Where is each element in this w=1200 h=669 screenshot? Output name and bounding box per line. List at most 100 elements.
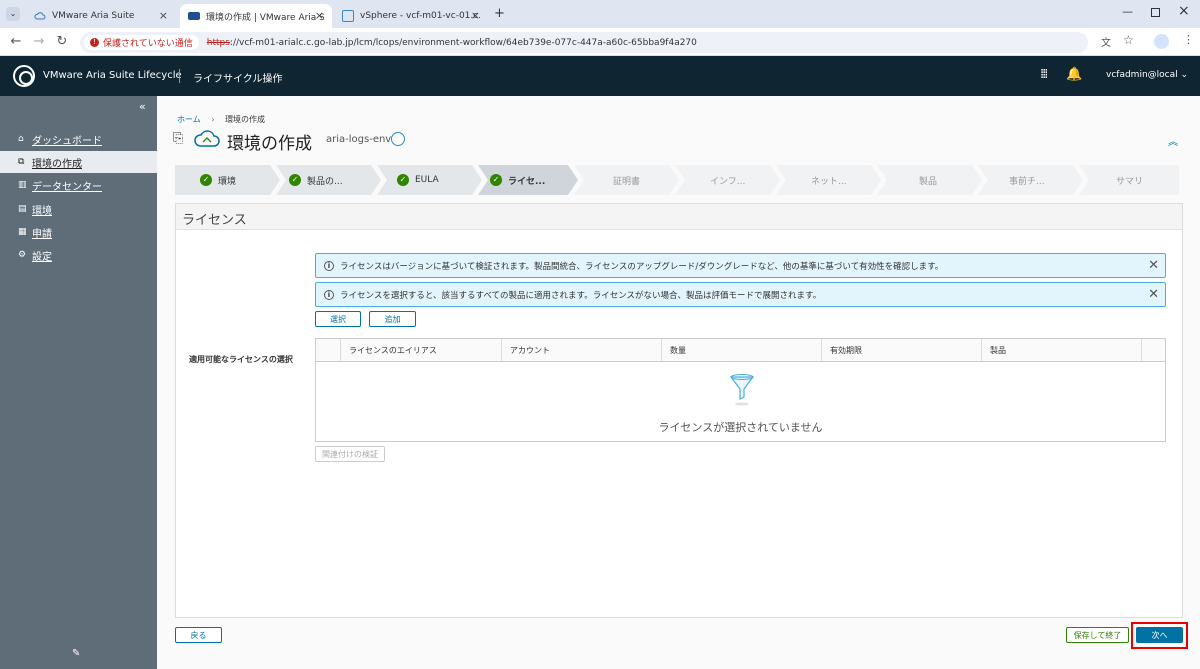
sidebar-item-datacenter[interactable]: ▥ データセンター bbox=[0, 174, 157, 196]
breadcrumb-home-link[interactable]: ホーム bbox=[177, 115, 201, 124]
info-alert-apply: i ライセンスを選択すると、該当するすべての製品に適用されます。ライセンスがない… bbox=[315, 282, 1166, 307]
browser-menu-icon[interactable]: ⋮ bbox=[1183, 33, 1194, 46]
address-bar-row: ← → ↻ ! 保護されていない通信 https ://vcf-m01-aria… bbox=[0, 28, 1200, 56]
save-and-exit-button[interactable]: 保存して終了 bbox=[1066, 627, 1129, 643]
vsphere-icon bbox=[342, 10, 354, 22]
home-icon: ⌂ bbox=[18, 134, 24, 144]
reload-icon[interactable]: ↻ bbox=[54, 34, 70, 49]
empty-state-text: ライセンスが選択されていません bbox=[658, 421, 823, 434]
wizard-step-certificate: 証明書 bbox=[613, 176, 641, 187]
wizard-step-eula[interactable]: ✓ EULA bbox=[397, 165, 439, 195]
sidebar-item-requests[interactable]: ▦ 申請 bbox=[0, 221, 157, 243]
url-scheme: https bbox=[206, 37, 230, 48]
collapse-sidebar-icon[interactable]: « bbox=[139, 100, 146, 113]
sidebar-item-environment[interactable]: ▤ 環境 bbox=[0, 198, 157, 220]
url-input[interactable]: ! 保護されていない通信 https ://vcf-m01-arialc.c.g… bbox=[80, 32, 1088, 53]
environment-status-icon bbox=[391, 132, 405, 146]
tab-search-icon[interactable]: ⌄ bbox=[6, 7, 20, 21]
close-icon[interactable]: ✕ bbox=[1148, 287, 1159, 302]
collapse-header-icon[interactable]: ︽ bbox=[1168, 133, 1178, 148]
license-datagrid: ライセンスのエイリアス アカウント 数量 有効期限 製品 ライセンスが選択されて… bbox=[315, 338, 1166, 442]
check-icon: ✓ bbox=[490, 174, 502, 186]
user-menu[interactable]: vcfadmin@local ⌄ bbox=[1106, 70, 1188, 80]
close-tab-icon[interactable]: × bbox=[471, 9, 480, 22]
maximize-icon[interactable] bbox=[1151, 8, 1160, 17]
page-title: 環境の作成 bbox=[227, 134, 312, 154]
info-icon: i bbox=[324, 260, 334, 271]
browser-tab[interactable]: vSphere - vcf-m01-vc-01.c.go-lab × bbox=[334, 4, 488, 28]
add-license-button[interactable]: 追加 bbox=[369, 311, 416, 327]
close-icon[interactable]: ✕ bbox=[1148, 258, 1159, 273]
wizard-step-products[interactable]: ✓ 製品の... bbox=[289, 165, 343, 195]
grid-select-column-header bbox=[316, 339, 340, 361]
close-tab-icon[interactable]: × bbox=[315, 9, 324, 22]
bookmark-star-icon[interactable]: ☆ bbox=[1123, 33, 1134, 47]
notification-bell-icon[interactable]: 🔔 bbox=[1066, 67, 1082, 82]
browser-tab-bar: ⌄ VMware Aria Suite × 環境の作成 | VMware Ari… bbox=[0, 0, 1200, 28]
column-header-alias[interactable]: ライセンスのエイリアス bbox=[340, 339, 501, 361]
warning-icon: ! bbox=[90, 38, 99, 47]
check-icon: ✓ bbox=[200, 174, 212, 186]
app-switcher-icon[interactable]: ⁞⁞⁞ bbox=[1040, 67, 1049, 82]
environment-icon: ▤ bbox=[18, 204, 27, 214]
breadcrumb-current: 環境の作成 bbox=[225, 115, 266, 124]
panel-title: ライセンス bbox=[182, 213, 247, 228]
browser-tab[interactable]: VMware Aria Suite × bbox=[26, 4, 176, 28]
check-icon: ✓ bbox=[397, 174, 409, 186]
check-icon: ✓ bbox=[289, 174, 301, 186]
sidebar-item-settings[interactable]: ⚙ 設定 bbox=[0, 244, 157, 266]
back-arrow-icon[interactable]: ← bbox=[8, 34, 24, 49]
wizard-step-network: ネット... bbox=[811, 176, 847, 187]
column-header-quantity[interactable]: 数量 bbox=[661, 339, 821, 361]
security-indicator[interactable]: ! 保護されていない通信 bbox=[84, 35, 199, 50]
forward-arrow-icon[interactable]: → bbox=[31, 34, 47, 49]
select-license-button[interactable]: 選択 bbox=[315, 311, 361, 327]
create-env-icon: ⧉ bbox=[18, 157, 25, 167]
vmware-icon bbox=[188, 12, 200, 20]
column-header-products[interactable]: 製品 bbox=[981, 339, 1141, 361]
vmware-logo-icon bbox=[13, 65, 35, 87]
cloud-icon bbox=[34, 12, 46, 20]
info-icon: i bbox=[324, 289, 334, 300]
close-window-icon[interactable]: × bbox=[1178, 3, 1190, 19]
close-tab-icon[interactable]: × bbox=[159, 9, 168, 22]
app-name[interactable]: VMware Aria Suite Lifecycle bbox=[43, 70, 182, 81]
license-field-label: 適用可能なライセンスの選択 bbox=[189, 355, 293, 364]
wizard-step-license[interactable]: ✓ ライセ... bbox=[490, 165, 545, 195]
grid-column-end bbox=[1141, 339, 1165, 361]
minimize-icon[interactable]: — bbox=[1122, 5, 1133, 18]
wizard-step-summary: サマリ bbox=[1116, 176, 1144, 187]
sidebar-item-dashboard[interactable]: ⌂ ダッシュボード bbox=[0, 128, 157, 150]
wizard-step-infrastructure: インフ... bbox=[710, 176, 746, 187]
back-button[interactable]: 戻る bbox=[175, 627, 222, 643]
filter-funnel-icon bbox=[729, 374, 755, 406]
app-section[interactable]: ライフサイクル操作 bbox=[193, 70, 283, 85]
wizard-step-environment[interactable]: ✓ 環境 bbox=[200, 165, 236, 195]
info-alert-version: i ライセンスはバージョンに基づいて検証されます。製品間統合、ライセンスのアップ… bbox=[315, 253, 1166, 278]
sidebar: « ⌂ ダッシュボード ⧉ 環境の作成 ▥ データセンター ▤ 環境 ▦ 申請 ⚙ 設定 ✎ bbox=[0, 96, 157, 669]
column-header-account[interactable]: アカウント bbox=[501, 339, 661, 361]
app-header: VMware Aria Suite Lifecycle ライフサイクル操作 ⁞⁞… bbox=[0, 56, 1200, 96]
new-tab-icon[interactable]: + bbox=[494, 6, 505, 21]
header-divider bbox=[179, 69, 180, 83]
requests-icon: ▦ bbox=[18, 227, 27, 237]
cloud-deploy-icon bbox=[194, 130, 220, 147]
pin-icon[interactable]: ✎ bbox=[72, 648, 80, 659]
breadcrumb-separator: › bbox=[211, 115, 215, 124]
translate-icon[interactable]: 文 bbox=[1101, 34, 1111, 49]
column-header-expiration[interactable]: 有効期限 bbox=[821, 339, 981, 361]
sidebar-item-create-environment[interactable]: ⧉ 環境の作成 bbox=[0, 151, 157, 173]
breadcrumb: ホーム › 環境の作成 bbox=[177, 114, 265, 125]
datacenter-icon: ▥ bbox=[18, 180, 27, 190]
panel-header bbox=[176, 204, 1182, 230]
browser-tab[interactable]: 環境の作成 | VMware Aria Suite × bbox=[180, 4, 332, 28]
url-text: ://vcf-m01-arialc.c.go-lab.jp/lcm/lcops/… bbox=[229, 37, 697, 48]
profile-avatar-icon[interactable] bbox=[1154, 34, 1169, 49]
page-create-icon: ⎘ bbox=[173, 131, 184, 146]
next-button[interactable]: 次へ bbox=[1136, 627, 1183, 643]
wizard-steps: ✓ 環境 ✓ 製品の... ✓ EULA ✓ ライセ... 証明書 インフ... ネット… bbox=[175, 165, 1179, 195]
settings-icon: ⚙ bbox=[18, 250, 27, 260]
wizard-step-precheck: 事前チ... bbox=[1009, 176, 1045, 187]
validate-association-button: 関連付けの検証 bbox=[315, 446, 385, 462]
environment-name: aria-logs-env bbox=[326, 134, 392, 145]
